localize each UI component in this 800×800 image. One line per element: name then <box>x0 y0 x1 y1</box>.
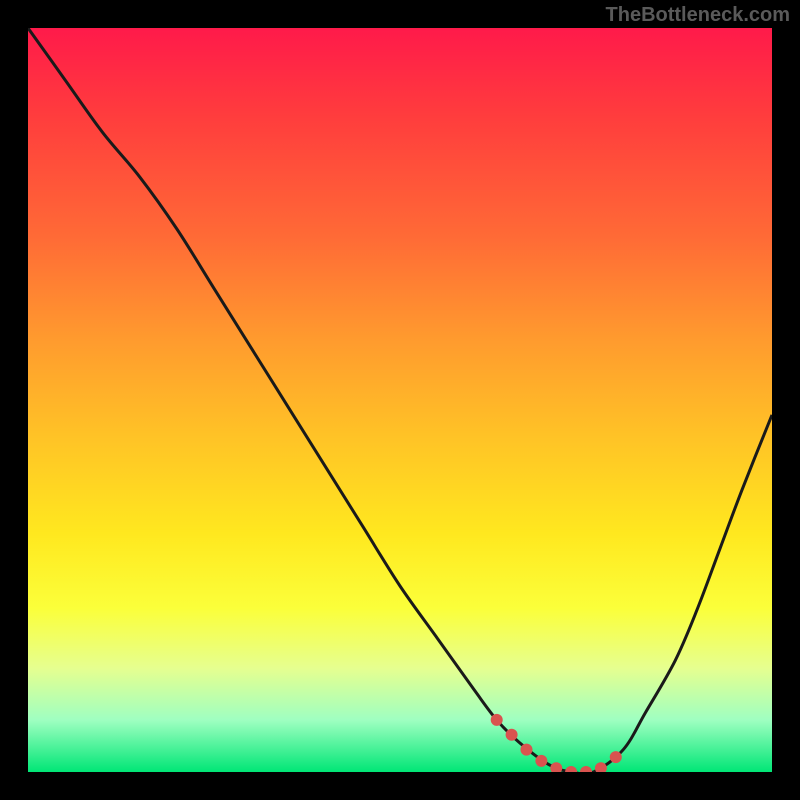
plot-area <box>28 28 772 772</box>
minimum-marker <box>535 755 547 767</box>
minimum-markers <box>491 714 622 772</box>
watermark-text: TheBottleneck.com <box>606 4 790 27</box>
minimum-marker <box>506 729 518 741</box>
bottleneck-curve <box>28 28 772 772</box>
minimum-marker <box>565 766 577 772</box>
minimum-marker <box>491 714 503 726</box>
minimum-marker <box>610 751 622 763</box>
minimum-marker <box>520 744 532 756</box>
minimum-marker <box>595 762 607 772</box>
chart-svg <box>28 28 772 772</box>
minimum-marker <box>550 762 562 772</box>
minimum-marker <box>580 766 592 772</box>
